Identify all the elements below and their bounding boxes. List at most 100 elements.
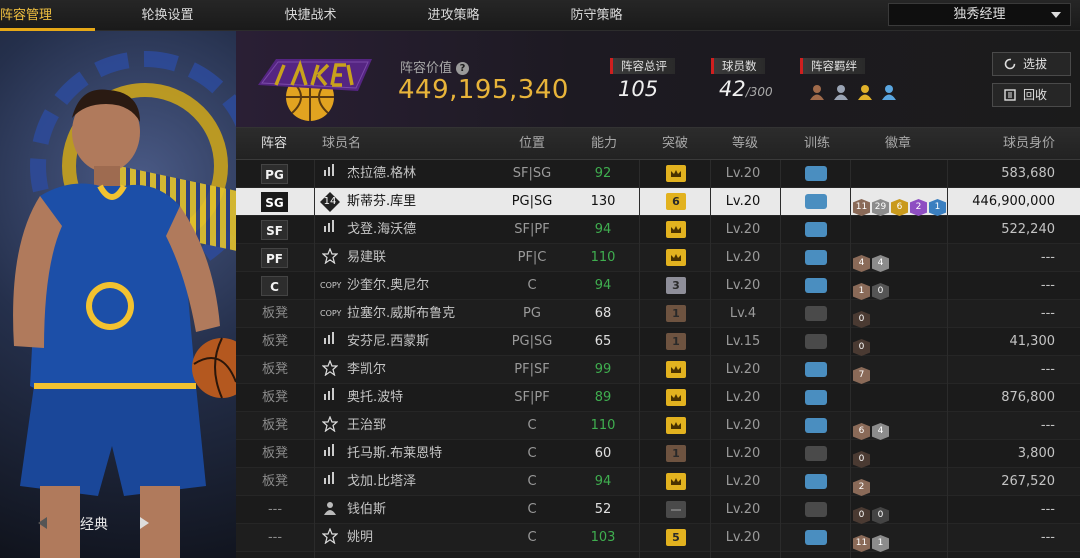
training-icon[interactable] [805, 166, 827, 181]
column-badges[interactable]: 徽章 [885, 128, 911, 160]
table-row[interactable]: 板凳 戈加.比塔泽 C 94 Lv.20 2 267,520 [236, 468, 1080, 496]
lineup-slot[interactable]: PF [261, 248, 288, 268]
player-name[interactable]: 姚明 [347, 524, 373, 551]
table-row[interactable]: --- 钱伯斯 C 52 Lv.20 0 0 --- [236, 496, 1080, 524]
training-icon[interactable] [805, 222, 827, 237]
player-name[interactable]: 李凯尔 [347, 356, 386, 383]
lineup-slot[interactable]: 板凳 [259, 304, 291, 324]
training-icon[interactable] [805, 474, 827, 489]
badge-icon[interactable]: 6 [891, 199, 908, 216]
player-name[interactable]: 托马斯.布莱恩特 [347, 440, 442, 467]
training-icon[interactable] [805, 362, 827, 377]
tab-defense-strategy[interactable]: 防守策略 [549, 0, 644, 31]
recycle-button[interactable]: 回收 [992, 83, 1071, 107]
badge-icon[interactable]: 4 [872, 423, 889, 440]
table-row[interactable]: SG 14 斯蒂芬.库里 PG|SG 130 6 Lv.20 11 29 6 2 1 446,900,0… [236, 188, 1080, 216]
training-icon[interactable] [805, 390, 827, 405]
player-name[interactable]: 戈登.海沃德 [347, 216, 416, 243]
badge-icon[interactable]: 0 [872, 283, 889, 300]
tab-rotation-settings[interactable]: 轮换设置 [120, 0, 215, 31]
badge-icon[interactable]: 1 [853, 283, 870, 300]
badge-icon[interactable]: 7 [853, 367, 870, 384]
lineup-slot[interactable]: --- [259, 500, 291, 520]
bond-bronze-icon[interactable] [808, 83, 826, 101]
training-icon[interactable] [805, 250, 827, 265]
table-row[interactable]: --- 姚明 C 103 5 Lv.20 11 1 --- [236, 524, 1080, 552]
player-name[interactable]: 斯蒂芬.库里 [347, 188, 416, 215]
training-icon[interactable] [805, 194, 827, 209]
column-position[interactable]: 位置 [519, 128, 545, 160]
badge-icon[interactable]: 4 [872, 255, 889, 272]
next-arrow-icon[interactable] [140, 517, 149, 529]
column-level[interactable]: 等级 [732, 128, 758, 160]
training-icon[interactable] [805, 502, 827, 517]
training-icon[interactable] [805, 306, 827, 321]
mode-dropdown[interactable]: 独秀经理 [888, 3, 1071, 26]
lineup-slot[interactable]: SG [261, 192, 288, 212]
player-name[interactable]: 杰拉德.格林 [347, 160, 416, 187]
table-row[interactable]: 板凳 COPY 拉塞尔.威斯布鲁克 PG 68 1 Lv.4 0 --- [236, 300, 1080, 328]
bond-silver-icon[interactable] [832, 83, 850, 101]
table-row[interactable]: 板凳 托马斯.布莱恩特 C 60 1 Lv.20 0 3,800 [236, 440, 1080, 468]
badge-icon[interactable]: 29 [872, 199, 889, 216]
badge-icon[interactable]: 2 [853, 479, 870, 496]
badge-icon[interactable]: 0 [853, 451, 870, 468]
column-training[interactable]: 训练 [804, 128, 830, 160]
badge-icon[interactable]: 0 [872, 507, 889, 524]
lineup-slot[interactable]: SF [261, 220, 288, 240]
training-icon[interactable] [805, 418, 827, 433]
bond-blue-icon[interactable] [880, 83, 898, 101]
training-icon[interactable] [805, 446, 827, 461]
training-icon[interactable] [805, 334, 827, 349]
tab-lineup-management[interactable]: 阵容管理 [0, 0, 95, 31]
badge-icon[interactable]: 11 [853, 535, 870, 552]
player-name[interactable]: 戈加.比塔泽 [347, 468, 416, 495]
table-row[interactable]: PG 杰拉德.格林 SF|SG 92 Lv.20 583,680 [236, 160, 1080, 188]
badge-icon[interactable]: 11 [853, 199, 870, 216]
table-row[interactable]: 板凳 奥托.波特 SF|PF 89 Lv.20 876,800 [236, 384, 1080, 412]
table-row[interactable]: 板凳 安芬尼.西蒙斯 PG|SG 65 1 Lv.15 0 41,300 [236, 328, 1080, 356]
help-icon[interactable]: ? [456, 62, 470, 75]
lineup-slot[interactable]: 板凳 [259, 472, 291, 492]
badge-icon[interactable]: 4 [853, 255, 870, 272]
player-name[interactable]: 易建联 [347, 244, 386, 271]
table-row[interactable]: 板凳 李凯尔 PF|SF 99 Lv.20 7 --- [236, 356, 1080, 384]
lineup-slot[interactable]: --- [259, 528, 291, 548]
lineup-slot[interactable]: PG [261, 164, 288, 184]
player-name[interactable]: 拉塞尔.威斯布鲁克 [347, 300, 455, 327]
table-row[interactable]: PF 易建联 PF|C 110 Lv.20 4 4 --- [236, 244, 1080, 272]
badge-icon[interactable]: 1 [929, 199, 946, 216]
training-icon[interactable] [805, 530, 827, 545]
badge-icon[interactable]: 2 [910, 199, 927, 216]
player-name[interactable]: 安芬尼.西蒙斯 [347, 328, 429, 355]
bond-gold-icon[interactable] [856, 83, 874, 101]
column-breakthrough[interactable]: 突破 [662, 128, 688, 160]
lineup-slot[interactable]: 板凳 [259, 332, 291, 352]
lineup-slot[interactable]: C [261, 276, 288, 296]
table-row[interactable]: SF 戈登.海沃德 SF|PF 94 Lv.20 522,240 [236, 216, 1080, 244]
column-lineup[interactable]: 阵容 [261, 128, 287, 160]
table-row[interactable]: C COPY 沙奎尔.奥尼尔 C 94 3 Lv.20 1 0 --- [236, 272, 1080, 300]
player-name[interactable]: 奥托.波特 [347, 384, 403, 411]
lineup-slot[interactable]: 板凳 [259, 360, 291, 380]
scout-button[interactable]: 选拔 [992, 52, 1071, 76]
training-icon[interactable] [805, 278, 827, 293]
badge-icon[interactable]: 0 [853, 311, 870, 328]
badge-icon[interactable]: 1 [872, 535, 889, 552]
previous-arrow-icon[interactable] [38, 517, 47, 529]
table-row[interactable]: 板凳 王治郅 C 110 Lv.20 6 4 --- [236, 412, 1080, 440]
lineup-slot[interactable]: 板凳 [259, 388, 291, 408]
tab-quick-tactics[interactable]: 快捷战术 [263, 0, 358, 31]
tab-offense-strategy[interactable]: 进攻策略 [406, 0, 501, 31]
column-player-name[interactable]: 球员名 [322, 128, 361, 160]
player-name[interactable]: 沙奎尔.奥尼尔 [347, 272, 429, 299]
column-ability[interactable]: 能力 [591, 128, 617, 160]
lineup-slot[interactable]: 板凳 [259, 444, 291, 464]
badge-icon[interactable]: 6 [853, 423, 870, 440]
badge-icon[interactable]: 0 [853, 507, 870, 524]
lineup-slot[interactable]: 板凳 [259, 416, 291, 436]
column-player-value[interactable]: 球员身价 [1003, 128, 1055, 160]
player-name[interactable]: 钱伯斯 [347, 496, 386, 523]
player-name[interactable]: 王治郅 [347, 412, 386, 439]
badge-icon[interactable]: 0 [853, 339, 870, 356]
